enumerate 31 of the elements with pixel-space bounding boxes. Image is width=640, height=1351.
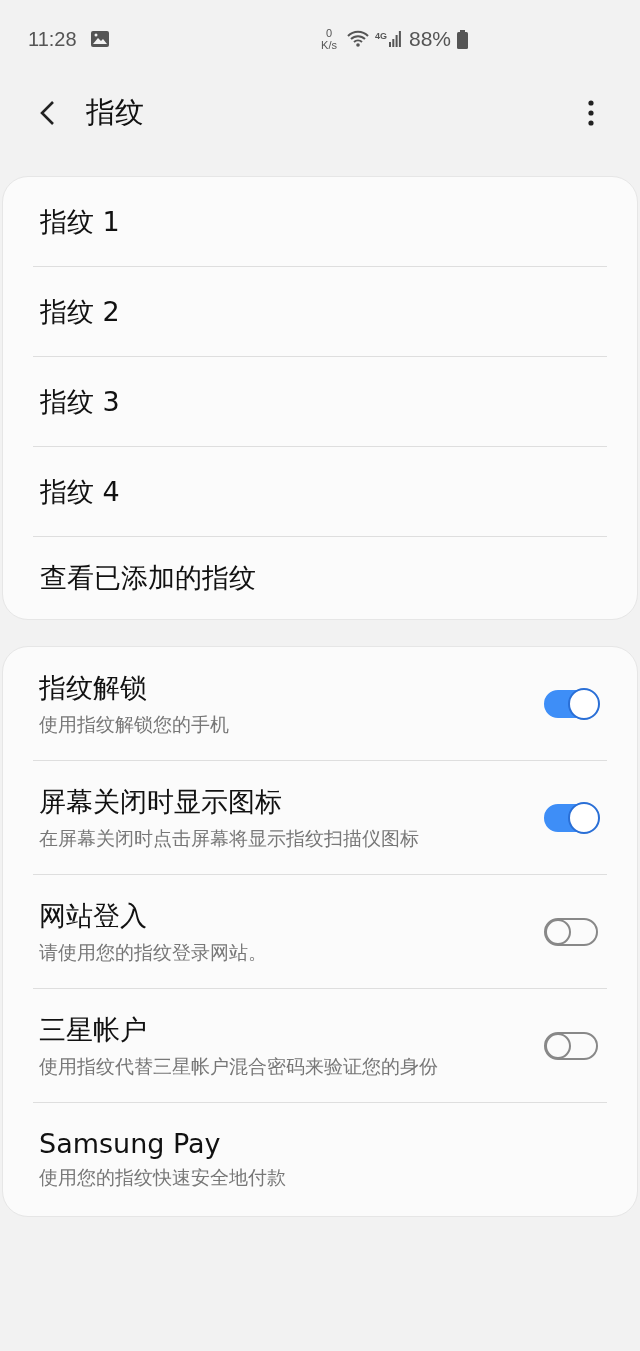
image-icon [90,31,109,47]
wifi-icon [346,30,369,48]
fingerprint-item[interactable]: 指纹 1 [33,177,607,266]
setting-description: 在屏幕关闭时点击屏幕将显示指纹扫描仪图标 [39,825,420,851]
toggle-switch[interactable] [544,689,598,718]
setting-description: 使用指纹代替三星帐户混合密码来验证您的身份 [39,1053,439,1079]
back-icon[interactable] [38,100,56,126]
toggle-switch[interactable] [544,917,598,946]
speed-unit: K/s [321,39,337,51]
toggle-switch[interactable] [544,1031,598,1060]
setting-description: 使用您的指纹快速安全地付款 [39,1165,287,1190]
battery-percent: 88% [408,27,451,51]
setting-description: 使用指纹解锁您的手机 [39,711,230,737]
battery-icon [457,29,468,49]
fingerprint-item[interactable]: 查看已添加的指纹 [33,537,607,619]
setting-title[interactable]: 指纹解锁 [39,669,544,706]
setting-title[interactable]: 三星帐户 [39,1011,544,1048]
setting-title[interactable]: Samsung Pay [39,1128,598,1159]
toggle-switch[interactable] [544,803,598,832]
setting-description: 请使用您的指纹登录网站。 [39,939,268,965]
signal-icon [388,31,401,47]
fingerprint-item[interactable]: 指纹 4 [33,447,607,536]
network-label: 4G [374,31,387,41]
setting-title[interactable]: 屏幕关闭时显示图标 [39,783,544,820]
setting-title[interactable]: 网站登入 [39,897,544,934]
status-time: 11:28 [28,27,77,51]
speed-value: 0 [325,27,333,39]
fingerprint-item[interactable]: 指纹 2 [33,267,607,356]
more-options-icon[interactable] [588,100,594,126]
page-title: 指纹 [86,94,144,131]
fingerprint-item[interactable]: 指纹 3 [33,357,607,446]
